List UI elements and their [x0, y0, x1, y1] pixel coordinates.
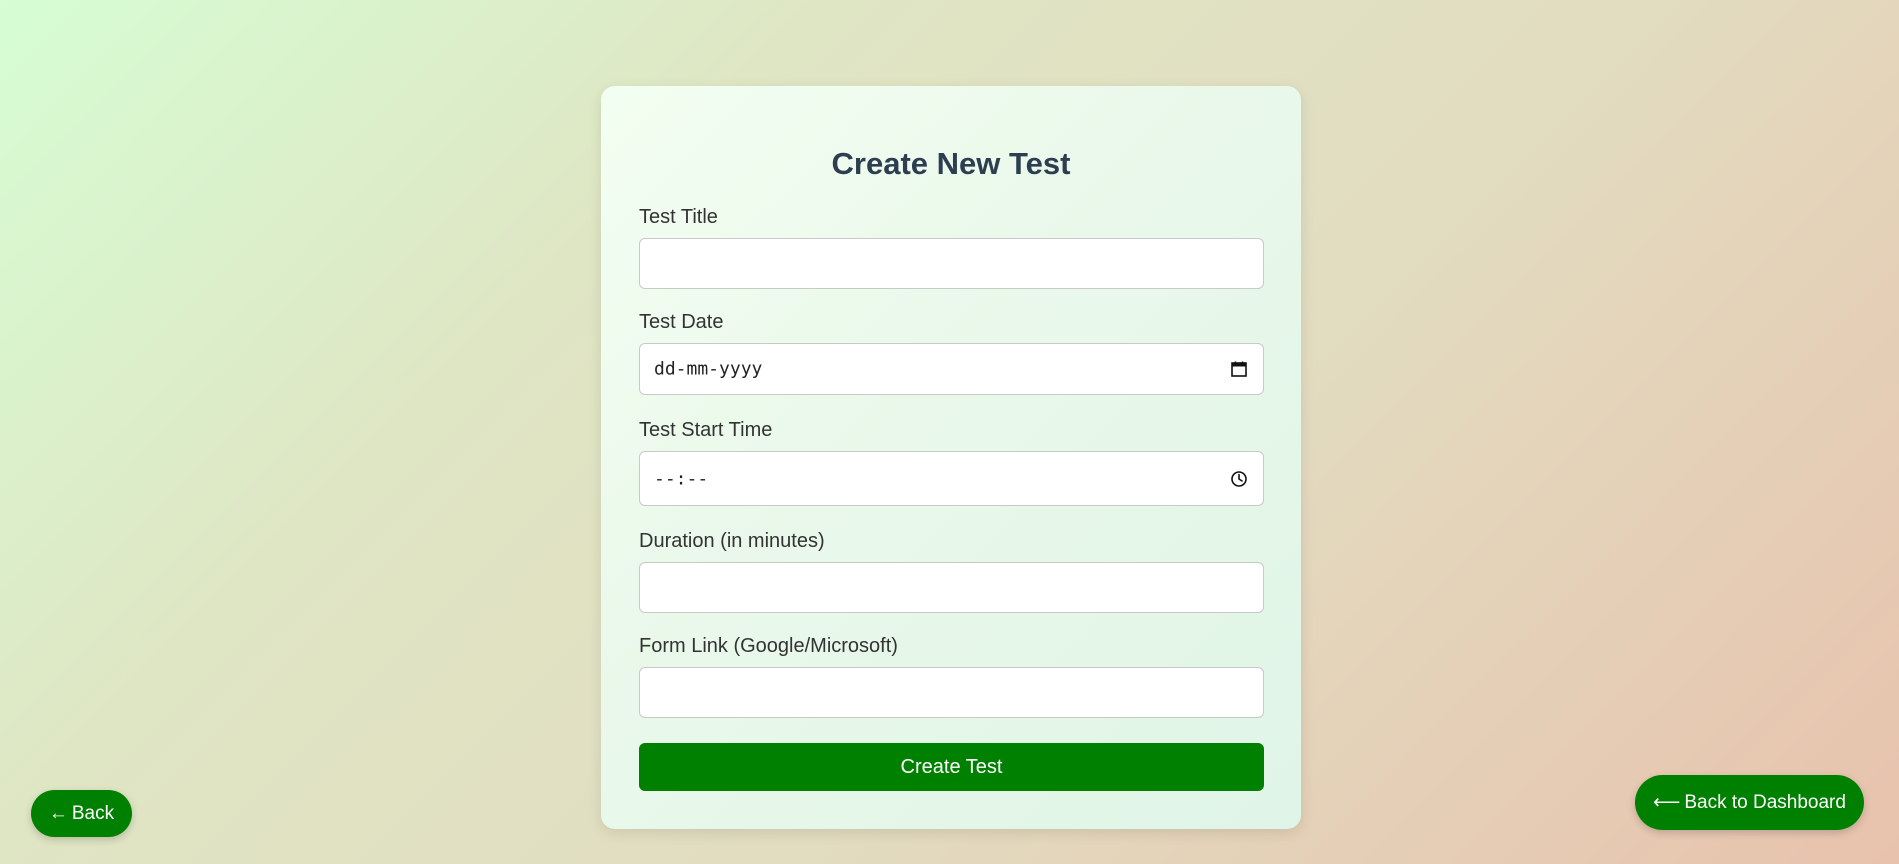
- long-arrow-left-icon: ⟵: [1653, 792, 1681, 813]
- arrow-left-icon: ←: [48, 802, 68, 824]
- test-date-label: Test Date: [639, 311, 724, 333]
- test-date-input[interactable]: dd-mm-yyyy: [639, 343, 1264, 395]
- test-start-time-label: Test Start Time: [639, 419, 773, 441]
- duration-input[interactable]: [640, 563, 1263, 612]
- clock-icon[interactable]: [1229, 469, 1249, 489]
- test-start-time-input[interactable]: --:--: [639, 451, 1264, 506]
- test-title-input[interactable]: [640, 239, 1263, 288]
- create-test-card: Create New Test Test Title Test Date dd-…: [601, 86, 1301, 829]
- back-to-dashboard-label: Back to Dashboard: [1684, 791, 1846, 813]
- back-to-dashboard-button[interactable]: ⟵ Back to Dashboard: [1635, 775, 1864, 830]
- test-title-label: Test Title: [639, 206, 718, 228]
- duration-label: Duration (in minutes): [639, 530, 825, 552]
- page-title: Create New Test: [831, 146, 1071, 181]
- test-start-time-placeholder: --:--: [654, 468, 709, 489]
- form-link-input[interactable]: [640, 668, 1263, 717]
- calendar-icon[interactable]: [1229, 359, 1249, 379]
- form-link-field-wrapper: [639, 667, 1264, 718]
- create-test-button[interactable]: Create Test: [639, 743, 1264, 791]
- duration-field-wrapper: [639, 562, 1264, 613]
- test-title-field-wrapper: [639, 238, 1264, 289]
- form-link-label: Form Link (Google/Microsoft): [639, 635, 898, 657]
- back-button[interactable]: ← Back: [31, 790, 132, 837]
- back-button-label: Back: [71, 802, 115, 824]
- test-date-placeholder: dd-mm-yyyy: [654, 358, 763, 380]
